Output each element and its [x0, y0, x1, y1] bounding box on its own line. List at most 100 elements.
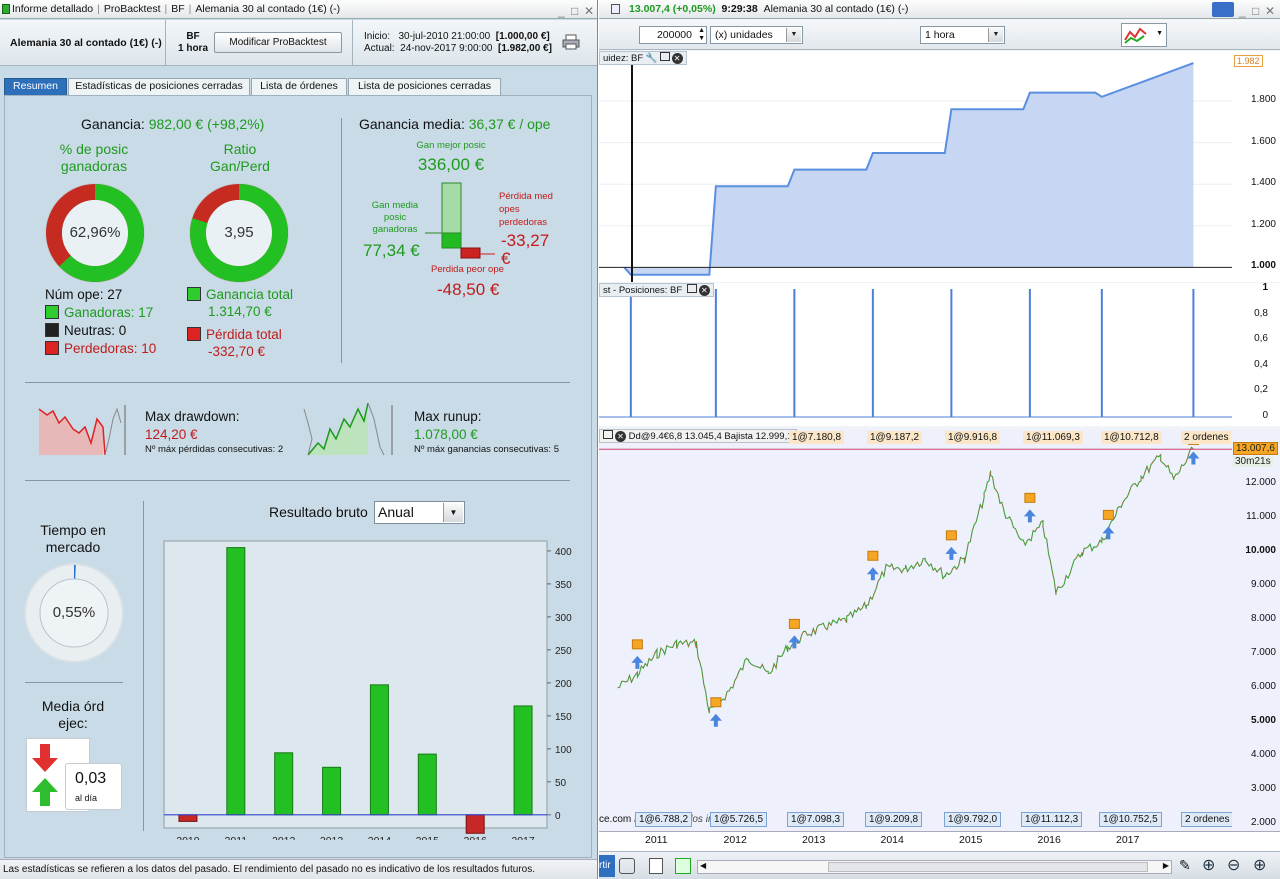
chart-type-button[interactable]: ▼ [1121, 23, 1167, 47]
red-square-icon [45, 341, 59, 355]
total-gain-label: Ganancia total [206, 287, 294, 302]
buy-order-tag: 1@9.209,8 [865, 812, 923, 827]
draw-tool-icon[interactable]: ✎ [1179, 857, 1191, 874]
sell-order-tag: 1@7.180,8 [789, 431, 845, 444]
chevron-down-icon[interactable]: ▼ [988, 28, 1003, 42]
bar [465, 814, 485, 834]
bar [369, 684, 389, 816]
objects-icon[interactable] [619, 858, 635, 874]
media-label-1: Media órd [41, 698, 105, 714]
equity-curve-chart [599, 51, 1232, 282]
right-title-bar: 13.007,4 (+0,05%) 9:29:38 Alemania 30 al… [599, 0, 1280, 19]
tab-estadisticas[interactable]: Estadísticas de posiciones cerradas [68, 78, 250, 95]
actual-amount: [1.982,00 €] [498, 43, 552, 54]
close-button[interactable]: ✕ [584, 2, 594, 20]
avg-win-value: 77,34 € [363, 241, 420, 260]
wrench-icon[interactable]: 🔧 [646, 53, 658, 64]
close-button[interactable]: ✕ [1265, 2, 1275, 20]
maximize-button[interactable]: □ [571, 2, 578, 20]
y-tick-label: 300 [555, 613, 572, 624]
worst-label: Perdida peor ope [431, 264, 504, 275]
quantity-input[interactable]: 200000 ▲ ▼ [639, 26, 707, 44]
drawdown-sparkline [38, 405, 126, 456]
indicator-icon[interactable] [675, 858, 691, 874]
y-tick-label: 1.600 [1250, 135, 1276, 147]
x-tick-label: 2015 [416, 835, 440, 840]
total-loss-value: -332,70 € [208, 344, 266, 359]
positions-pane: st - Posiciones: BF ✕ [599, 283, 1232, 426]
gain-label: Ganancia: [81, 116, 145, 132]
price-line-down [617, 446, 1194, 714]
black-square-icon [45, 323, 59, 337]
positions-pane-title: st - Posiciones: BF ✕ [599, 283, 714, 297]
total-gain-value: 1.314,70 € [208, 304, 272, 319]
close-icon[interactable]: ✕ [698, 285, 710, 296]
title-part: ProBacktest [103, 3, 161, 15]
chart-toolbar: 200000 ▲ ▼ (x) unidades ▼ 1 hora ▼ ▼ [599, 20, 1280, 50]
buy-arrow-icon [709, 713, 722, 727]
export-button[interactable]: rtir [599, 855, 615, 877]
printer-icon[interactable] [562, 34, 580, 50]
chevron-down-icon[interactable]: ▼ [1156, 30, 1163, 37]
avg-loss-unit: € [501, 249, 511, 268]
buy-order-tag: 1@6.788,2 [635, 812, 693, 827]
x-tick-label: 2013 [320, 835, 344, 840]
units-select[interactable]: (x) unidades ▼ [710, 26, 803, 44]
horizontal-scrollbar[interactable]: ◀ ▶ [697, 860, 1172, 874]
time-label-2: mercado [45, 539, 101, 555]
y-tick-label: 4.000 [1250, 749, 1276, 761]
modify-probacktest-button[interactable]: Modificar ProBacktest [214, 32, 342, 53]
zoom-out-icon[interactable]: ⊖ [1227, 855, 1240, 875]
sell-order-tag: 1@10.712,8 [1101, 431, 1162, 444]
list-icon[interactable] [649, 858, 663, 874]
buy-arrow-icon [1102, 526, 1115, 540]
close-icon[interactable]: ✕ [671, 53, 683, 64]
bar [322, 766, 342, 816]
y-tick-label: 1.000 [1250, 260, 1276, 272]
actual-date: 24-nov-2017 9:00:00 [400, 43, 493, 54]
neutral-count: Neutras: 0 [64, 323, 127, 338]
drawdown-label: Max drawdown: [145, 409, 240, 424]
close-icon[interactable]: ✕ [615, 431, 626, 442]
avg-win-label-2: posic [383, 212, 407, 223]
y-tick-label: 0,4 [1254, 358, 1268, 370]
y-tick-label: 10.000 [1245, 544, 1276, 556]
bar [417, 753, 437, 816]
quantity-value: 200000 [656, 29, 692, 41]
maximize-button[interactable]: □ [1252, 2, 1259, 20]
positions-y-axis: 1 0,8 0,6 0,4 0,2 0 [1232, 282, 1280, 426]
title-part: Informe detallado [12, 3, 94, 15]
tab-lista-posiciones[interactable]: Lista de posiciones cerradas [348, 78, 501, 95]
media-value: 0,03 [75, 770, 107, 787]
sell-marker-icon [1024, 492, 1036, 503]
window-icon[interactable] [659, 52, 670, 61]
keyboard-icon[interactable] [1212, 2, 1234, 17]
sell-order-tag: 1@11.069,3 [1023, 431, 1083, 444]
scroll-right-icon[interactable]: ▶ [1163, 861, 1169, 870]
scroll-thumb[interactable] [828, 862, 1148, 872]
zoom-box-icon[interactable]: ⊕ [1202, 855, 1215, 875]
backtest-report-window: Informe detallado | ProBacktest | BF | Alemani… [0, 0, 598, 879]
avg-win-label-3: ganadoras [372, 224, 418, 235]
ratio-value: 3,95 [224, 224, 254, 241]
y-tick-label: 250 [555, 646, 572, 657]
timeframe-select[interactable]: 1 hora ▼ [920, 26, 1005, 44]
gross-period-select[interactable]: Anual ▼ [374, 501, 465, 524]
chevron-down-icon[interactable]: ▼ [786, 28, 801, 42]
tab-resumen[interactable]: Resumen [4, 78, 67, 95]
inicio-label: Inicio: [364, 31, 391, 42]
chevron-down-icon[interactable]: ▼ [443, 503, 463, 522]
avg-loss-label-1: Pérdida med [499, 191, 553, 202]
tab-lista-ordenes[interactable]: Lista de órdenes [251, 78, 347, 95]
scroll-left-icon[interactable]: ◀ [700, 861, 706, 870]
spinner-icon[interactable]: ▲ ▼ [698, 27, 705, 43]
minimize-button[interactable]: _ [1239, 2, 1246, 20]
window-icon[interactable] [686, 284, 697, 293]
units-value: (x) unidades [715, 29, 773, 41]
x-tick-label: 2013 [802, 834, 826, 846]
current-equity-label: 1.982 [1234, 55, 1263, 68]
runup-sparkline [303, 402, 393, 456]
zoom-in-icon[interactable]: ⊕ [1253, 855, 1266, 875]
window-icon[interactable] [603, 430, 613, 439]
minimize-button[interactable]: _ [558, 2, 565, 20]
